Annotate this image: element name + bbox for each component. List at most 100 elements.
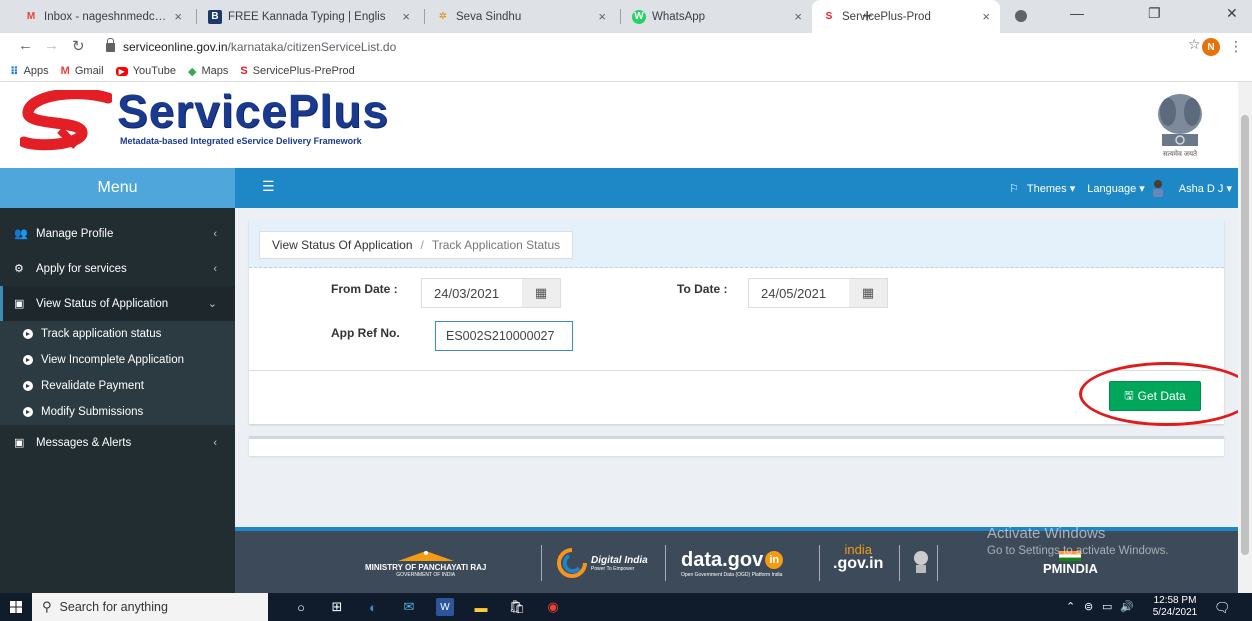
bookmark-label: ServicePlus-PreProd bbox=[252, 65, 355, 77]
close-icon[interactable]: × bbox=[598, 9, 606, 24]
window-icon: ▣ bbox=[14, 437, 25, 449]
brand-tagline: Metadata-based Integrated eService Deliv… bbox=[120, 136, 362, 146]
window-close-icon[interactable]: ✕ bbox=[1226, 5, 1238, 22]
cogs-icon: ⚙ bbox=[14, 263, 24, 275]
language-dropdown[interactable]: Language ▾ bbox=[1083, 182, 1145, 195]
bookmark-youtube[interactable]: ▶ YouTube bbox=[115, 65, 176, 77]
breadcrumb-parent[interactable]: View Status Of Application bbox=[272, 238, 413, 252]
tab-gmail[interactable]: M Inbox - nageshnmedcs@gma × bbox=[14, 0, 192, 33]
user-name: Asha D J bbox=[1178, 182, 1224, 195]
navbar-right: ⚐ Themes ▾ Language ▾ Asha D J ▾ bbox=[1005, 168, 1232, 208]
user-dropdown[interactable]: Asha D J ▾ bbox=[1175, 182, 1232, 195]
tab-seva-sindhu[interactable]: ✲ Seva Sindhu × bbox=[426, 0, 616, 33]
serviceplus-logo-icon bbox=[20, 90, 112, 151]
to-date-input[interactable]: 24/05/2021 bbox=[749, 279, 849, 307]
clock-date: 5/24/2021 bbox=[1152, 607, 1198, 618]
file-explorer-icon[interactable]: ▬ bbox=[472, 598, 490, 616]
maximize-icon[interactable]: ❐ bbox=[1148, 5, 1161, 22]
page-scrollbar-thumb[interactable] bbox=[1241, 115, 1249, 555]
notification-icon[interactable]: 🗨 bbox=[1214, 600, 1231, 616]
windows-start-icon[interactable] bbox=[10, 601, 22, 613]
sidebar-subitem-track-application-status[interactable]: Track application status bbox=[0, 321, 235, 347]
task-view-icon[interactable]: ⊞ bbox=[328, 598, 346, 616]
address-bar[interactable]: serviceonline.gov.in/karnataka/citizenSe… bbox=[106, 36, 1226, 58]
new-tab-icon[interactable]: + bbox=[862, 6, 873, 27]
language-label: Language bbox=[1087, 182, 1137, 195]
panchayati-raj-logo[interactable]: MINISTRY OF PANCHAYATI RAJ GOVERNMENT OF… bbox=[365, 543, 486, 583]
store-icon[interactable]: 🛍 bbox=[508, 598, 526, 616]
reload-icon[interactable]: ↻ bbox=[72, 37, 85, 55]
results-panel bbox=[249, 436, 1224, 456]
sidebar-item-manage-profile[interactable]: 👥 Manage Profile ‹ bbox=[0, 216, 235, 251]
main-content: View Status Of Application / Track Appli… bbox=[235, 208, 1238, 527]
gmail-icon: M bbox=[60, 65, 70, 77]
get-data-button[interactable]: 🖫 Get Data bbox=[1109, 381, 1201, 411]
tab-kannada-typing[interactable]: B FREE Kannada Typing | Englis × bbox=[198, 0, 420, 33]
tray-chevron-icon[interactable]: ⌃ bbox=[1066, 600, 1075, 613]
datagov-logo[interactable]: data.gov in Open Government Data (OGD) Pl… bbox=[681, 543, 784, 583]
calendar-icon[interactable]: ▦ bbox=[849, 279, 887, 307]
volume-icon[interactable]: 🔊 bbox=[1120, 600, 1134, 613]
track-status-panel: View Status Of Application / Track Appli… bbox=[249, 220, 1238, 426]
more-icon[interactable]: ⋮ bbox=[1229, 38, 1243, 55]
back-icon[interactable]: ← bbox=[18, 37, 33, 54]
from-date-input[interactable]: 24/03/2021 bbox=[422, 279, 522, 307]
tab-serviceplus-prod[interactable]: S ServicePlus-Prod × bbox=[812, 0, 1000, 33]
india-gov-logo[interactable]: india .gov.in bbox=[833, 543, 883, 583]
cortana-icon[interactable]: ○ bbox=[292, 598, 310, 616]
app-ref-input[interactable] bbox=[435, 321, 573, 351]
tab-title: Inbox - nageshnmedcs@gma bbox=[44, 10, 168, 23]
word-icon[interactable]: W bbox=[436, 598, 454, 616]
bookmark-maps[interactable]: ◆ Maps bbox=[188, 65, 228, 78]
sidebar-subitem-revalidate-payment[interactable]: Revalidate Payment bbox=[0, 373, 235, 399]
bookmark-gmail[interactable]: M Gmail bbox=[61, 65, 104, 77]
sidebar: 👥 Manage Profile ‹ ⚙ Apply for services … bbox=[0, 208, 235, 593]
digital-india-icon bbox=[557, 548, 587, 578]
network-icon[interactable]: ⊜ bbox=[1084, 600, 1093, 613]
bookmark-apps[interactable]: ⠿ Apps bbox=[10, 65, 49, 78]
profile-avatar[interactable]: N bbox=[1202, 38, 1220, 56]
sidebar-subitem-label: Modify Submissions bbox=[41, 406, 144, 418]
sidebar-subitem-modify-submissions[interactable]: Modify Submissions bbox=[0, 399, 235, 425]
window-icon: ▣ bbox=[14, 298, 25, 310]
chevron-left-icon: ‹ bbox=[213, 227, 217, 240]
close-icon[interactable]: × bbox=[794, 9, 802, 24]
site-footer: MINISTRY OF PANCHAYATI RAJ GOVERNMENT OF… bbox=[235, 525, 1238, 593]
mail-icon[interactable]: ✉ bbox=[400, 598, 418, 616]
clock[interactable]: 12:58 PM 5/24/2021 bbox=[1152, 595, 1198, 619]
users-icon: 👥 bbox=[14, 228, 28, 240]
calendar-icon[interactable]: ▦ bbox=[522, 279, 560, 307]
forward-icon[interactable]: → bbox=[44, 37, 59, 54]
get-data-label: Get Data bbox=[1137, 389, 1186, 403]
hamburger-icon[interactable]: ☰ bbox=[262, 178, 275, 195]
to-date-picker[interactable]: 24/05/2021 ▦ bbox=[748, 278, 888, 308]
tab-whatsapp[interactable]: W WhatsApp × bbox=[622, 0, 812, 33]
sidebar-item-messages-alerts[interactable]: ▣ Messages & Alerts ‹ bbox=[0, 425, 235, 460]
themes-dropdown[interactable]: Themes ▾ bbox=[1023, 182, 1075, 195]
chevron-left-icon: ‹ bbox=[213, 262, 217, 275]
bookmark-serviceplus-preprod[interactable]: S ServicePlus-PreProd bbox=[240, 65, 354, 77]
sidebar-item-view-status[interactable]: ▣ View Status of Application ⌄ bbox=[0, 286, 235, 321]
sidebar-subitem-view-incomplete[interactable]: View Incomplete Application bbox=[0, 347, 235, 373]
digital-india-logo[interactable]: Digital India Power To Empower bbox=[557, 543, 648, 583]
close-icon[interactable]: × bbox=[402, 9, 410, 24]
close-icon[interactable]: × bbox=[982, 9, 990, 24]
tab-separator bbox=[620, 9, 621, 24]
breadcrumb-current: Track Application Status bbox=[431, 238, 561, 252]
taskbar-search[interactable]: ⚲ Search for anything bbox=[32, 593, 268, 621]
minimize-icon[interactable]: — bbox=[1070, 5, 1084, 21]
tab-search-icon[interactable] bbox=[1015, 10, 1027, 22]
brand-title: ServicePlus bbox=[117, 85, 389, 137]
footer-separator bbox=[819, 545, 820, 581]
sidebar-subitem-label: View Incomplete Application bbox=[41, 354, 184, 366]
chrome-icon[interactable]: ◉ bbox=[544, 598, 562, 616]
close-icon[interactable]: × bbox=[174, 9, 182, 24]
from-date-picker[interactable]: 24/03/2021 ▦ bbox=[421, 278, 561, 308]
bookmark-star-icon[interactable]: ☆ bbox=[1188, 36, 1201, 53]
display-icon[interactable]: ▭ bbox=[1102, 600, 1112, 613]
edge-icon[interactable]: ◐ bbox=[364, 598, 382, 616]
lock-icon bbox=[106, 37, 115, 52]
breadcrumb-bar: View Status Of Application / Track Appli… bbox=[249, 220, 1224, 268]
footer-separator bbox=[665, 545, 666, 581]
sidebar-item-apply-for-services[interactable]: ⚙ Apply for services ‹ bbox=[0, 251, 235, 286]
